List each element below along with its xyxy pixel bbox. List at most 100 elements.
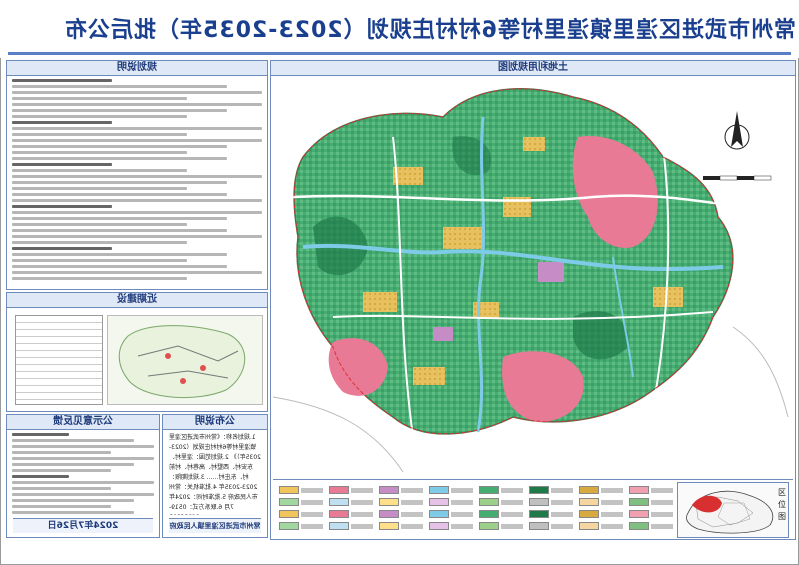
legend-swatch [429, 510, 449, 518]
text-line [12, 175, 262, 178]
text-line [12, 457, 154, 460]
text-line [12, 271, 262, 274]
legend-grid [279, 486, 679, 534]
text-line [12, 211, 262, 214]
legend-swatch-label [401, 500, 423, 505]
text-line [12, 187, 187, 190]
public-notice-text: 1.规划名称：《常州市武进区湟里镇湟里村等6村村庄规划（2023-2035年）》… [169, 434, 261, 515]
legend-swatch-label [351, 500, 373, 505]
text-line [12, 493, 154, 496]
text-line [12, 163, 112, 166]
text-line [12, 97, 187, 100]
land-use-map-title: 土地利用规划图 [498, 62, 568, 73]
legend-swatch [429, 486, 449, 494]
page-title: 常州市武进区湟里镇湟里村等6村村庄规划（2023-2035年）批后公布 [64, 18, 796, 43]
feedback-title: 公示意见反馈 [53, 416, 113, 427]
legend-swatch [479, 486, 499, 494]
location-map-label: 区 位 图 [778, 487, 786, 523]
text-line [12, 79, 112, 82]
land-use-map [273, 77, 793, 477]
legend-swatch-label [551, 524, 573, 529]
location-label-char-2: 位 [778, 500, 786, 509]
legend-swatch [579, 498, 599, 506]
text-line [12, 139, 262, 142]
legend-swatch-label [451, 500, 473, 505]
text-line [12, 199, 262, 202]
legend-swatch [279, 522, 299, 530]
text-line [12, 103, 262, 106]
legend-swatch-label [301, 500, 323, 505]
text-line [12, 205, 112, 208]
land-use-map-svg [273, 88, 789, 473]
legend-swatch [529, 498, 549, 506]
text-line [12, 265, 227, 268]
legend-swatch-label [451, 512, 473, 517]
text-line [12, 169, 187, 172]
legend-swatch [279, 486, 299, 494]
legend-swatch [529, 510, 549, 518]
text-line [12, 229, 227, 232]
recent-construction-map [107, 315, 263, 405]
plan-explanation-panel: 规划说明 [6, 60, 268, 290]
text-line [12, 121, 112, 124]
text-line [12, 109, 227, 112]
legend-swatch [629, 522, 649, 530]
legend-swatch-label [501, 500, 523, 505]
text-line [12, 145, 227, 148]
text-line [12, 445, 154, 448]
legend-swatch [579, 510, 599, 518]
public-notice-panel: 公布说明 1.规划名称：《常州市武进区湟里镇湟里村等6村村庄规划（2023-20… [162, 414, 268, 538]
text-line [12, 181, 227, 184]
legend-swatch [629, 498, 649, 506]
legend-swatch-label [651, 512, 673, 517]
recent-construction-header: 近期建设 [7, 293, 267, 308]
legend-swatch-label [351, 512, 373, 517]
legend-swatch-label [651, 488, 673, 493]
text-line [12, 151, 187, 154]
legend-swatch-label [501, 524, 523, 529]
legend-swatch-label [601, 524, 623, 529]
text-line [12, 157, 227, 160]
north-arrow [717, 107, 757, 167]
title-bar: 常州市武进区湟里镇湟里村等6村村庄规划（2023-2035年）批后公布 [0, 0, 799, 58]
legend-swatch-label [501, 488, 523, 493]
notice-publisher: 常州市武进区湟里镇人民政府 [169, 522, 261, 530]
text-line [12, 511, 135, 514]
feedback-header: 公示意见反馈 [7, 415, 159, 430]
notice-date: 2024年7月26日 [47, 521, 119, 531]
legend-swatch-label [601, 500, 623, 505]
legend-swatch [329, 522, 349, 530]
plan-explanation-text [12, 79, 262, 285]
legend-swatch [329, 486, 349, 494]
legend-swatch [379, 522, 399, 530]
legend-swatch [429, 522, 449, 530]
text-line [12, 505, 112, 508]
text-line [12, 499, 135, 502]
recent-construction-title: 近期建设 [117, 294, 157, 305]
legend-swatch-label [401, 524, 423, 529]
text-line [12, 217, 227, 220]
public-notice-header: 公布说明 [163, 415, 267, 430]
public-notice-title: 公布说明 [195, 416, 235, 427]
legend-swatch-label [301, 512, 323, 517]
land-use-map-panel: 土地利用规划图 区 位 图 [270, 60, 796, 540]
legend-swatch [629, 510, 649, 518]
text-line [12, 463, 135, 466]
text-line [12, 133, 187, 136]
text-line [12, 475, 69, 478]
text-line [12, 247, 112, 250]
map-legend: 图 例 区 位 图 [273, 479, 793, 538]
plan-explanation-title: 规划说明 [117, 62, 157, 73]
text-line [12, 469, 112, 472]
text-line [12, 235, 262, 238]
legend-swatch-label [601, 488, 623, 493]
legend-swatch [429, 498, 449, 506]
legend-swatch [579, 522, 599, 530]
legend-swatch [329, 498, 349, 506]
legend-swatch-label [351, 488, 373, 493]
legend-swatch-label [651, 524, 673, 529]
text-line [12, 451, 112, 454]
legend-swatch [279, 510, 299, 518]
legend-swatch [379, 510, 399, 518]
legend-swatch-label [451, 488, 473, 493]
